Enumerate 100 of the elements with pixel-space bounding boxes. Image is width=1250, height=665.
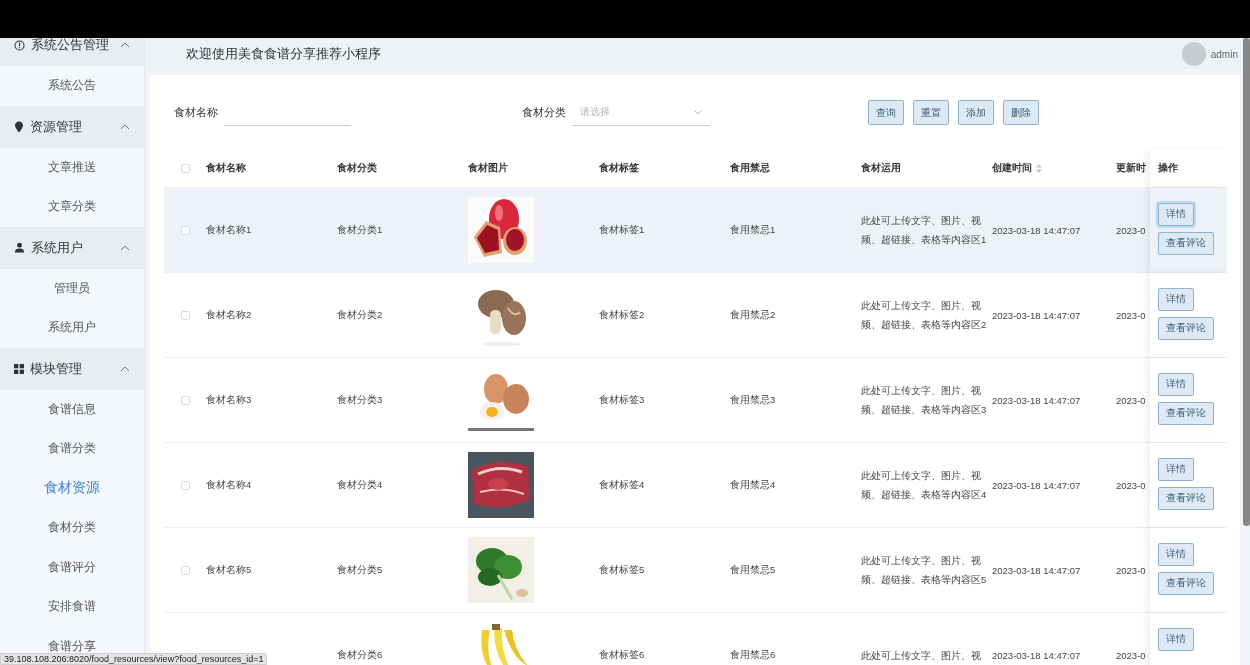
table-cell: 食材标签2 [599, 308, 645, 320]
table-cell: 食用禁忌2 [730, 308, 776, 320]
table-row[interactable]: 食材名称3 食材分类3 食材标签3 食用禁忌3 此处可上传文字、图片、视频、超链接、表格等内容区3 2023-03-18 14:47:07 2023-0 详情 查看评论 [164, 358, 1227, 443]
table-cell-text: 此处可上传文字、图片、视频、超链接、表格等内容区1 [861, 214, 988, 247]
filter-label: 食材名称 [174, 105, 218, 120]
table-cell: 食用禁忌5 [730, 563, 776, 575]
table-cell: 食材标签6 [599, 648, 645, 660]
table-cell: 食用禁忌1 [730, 223, 776, 235]
table-cell: 食材名称3 [206, 393, 252, 405]
sidebar-item[interactable]: 食谱评分 [48, 558, 96, 576]
table-cell: 2023-03-18 14:47:07 [992, 479, 1081, 491]
action-button[interactable]: 查看评论 [1158, 317, 1214, 340]
table-cell: 食材分类5 [337, 563, 383, 575]
filter-label: 食材分类 [522, 105, 566, 120]
table-cell: 食材标签4 [599, 478, 645, 490]
table-cell: 食材名称5 [206, 563, 252, 575]
table-cell: 食材标签5 [599, 563, 645, 575]
action-button[interactable]: 详情 [1158, 628, 1194, 651]
checkbox[interactable] [180, 565, 190, 575]
table-row[interactable]: 食材名称5 食材分类5 食材标签5 食用禁忌5 此处可上传文字、图片、视频、超链接、表格等内容区5 2023-03-18 14:47:07 2023-0 详情 查看评论 [164, 528, 1227, 613]
column-header: 食材分类 [337, 162, 377, 173]
sidebar-item[interactable]: 食谱分享 [48, 637, 96, 655]
checkbox[interactable] [180, 395, 190, 405]
sidebar-item[interactable]: 管理员 [54, 279, 90, 297]
checkbox[interactable] [180, 480, 190, 490]
column-header: 更新时 [1116, 162, 1146, 173]
column-header: 食材标签 [599, 162, 639, 173]
action-button[interactable]: 详情 [1158, 203, 1194, 226]
header-title: 欢迎使用美食食谱分享推荐小程序 [186, 45, 382, 63]
toolbar-button[interactable]: 查询 [868, 100, 904, 125]
sidebar-item[interactable]: 安排食谱 [48, 598, 96, 616]
action-button[interactable]: 详情 [1158, 288, 1194, 311]
table-cell: 食材分类1 [337, 223, 383, 235]
table-cell-text: 此处可上传文字、图片、视 [861, 648, 982, 663]
table-cell: 食用禁忌3 [730, 393, 776, 405]
table-cell: 2023-0 [1116, 479, 1146, 491]
toolbar-button[interactable]: 添加 [958, 100, 994, 125]
grid-icon [14, 363, 24, 374]
sidebar-item[interactable]: 系统用户 [48, 319, 96, 337]
table-cell: 食材标签1 [599, 223, 645, 235]
action-button[interactable]: 详情 [1158, 373, 1194, 396]
sidebar-item[interactable]: 文章推送 [48, 158, 96, 176]
table-cell: 2023-03-18 14:47:07 [992, 564, 1081, 576]
sidebar-group[interactable]: 系统公告管理 [0, 38, 144, 66]
table-cell: 食材分类2 [337, 308, 383, 320]
table-cell: 食材分类6 [337, 648, 383, 660]
column-header[interactable]: 创建时间 [992, 162, 1042, 175]
sidebar-item[interactable]: 文章分类 [48, 198, 96, 216]
checkbox[interactable] [180, 225, 190, 235]
table-cell: 食材名称4 [206, 478, 252, 490]
info-icon [14, 39, 25, 51]
status-url-tooltip: 39.108.108.206:8020/food_resources/view?food_resources_id=1 [0, 653, 268, 665]
action-button[interactable]: 查看评论 [1158, 487, 1214, 510]
table-cell-text: 此处可上传文字、图片、视频、超链接、表格等内容区2 [861, 299, 988, 332]
sidebar-item[interactable]: 食材分类 [48, 519, 96, 537]
table-cell: 2023-03-18 14:47:07 [992, 649, 1081, 661]
table-cell: 2023-03-18 14:47:07 [992, 309, 1081, 321]
sidebar-group[interactable]: 系统用户 [0, 226, 144, 269]
table-cell: 食材名称1 [206, 223, 252, 235]
table-row[interactable]: 食材名称4 食材分类4 食材标签4 食用禁忌4 此处可上传文字、图片、视频、超链接、表格等内容区4 2023-03-18 14:47:07 2023-0 详情 查看评论 [164, 443, 1227, 528]
user-icon [14, 242, 25, 253]
table-cell: 2023-03-18 14:47:07 [992, 394, 1081, 406]
sidebar-item[interactable]: 食谱信息 [48, 400, 96, 418]
table-cell: 2023-0 [1116, 309, 1146, 321]
username: admin [1210, 48, 1238, 60]
column-header: 食材图片 [468, 162, 508, 173]
scrollbar[interactable] [1243, 38, 1250, 526]
toolbar-button[interactable]: 重置 [913, 100, 949, 125]
sidebar-item[interactable]: 食谱分类 [48, 440, 96, 458]
avatar[interactable] [1181, 42, 1206, 66]
table-cell: 2023-0 [1116, 564, 1146, 576]
sidebar-group[interactable]: 资源管理 [0, 105, 144, 148]
action-button[interactable]: 查看评论 [1158, 572, 1214, 595]
table-cell: 2023-0 [1116, 224, 1146, 236]
table-cell: 食材分类4 [337, 478, 383, 490]
action-button[interactable]: 查看评论 [1158, 232, 1214, 255]
checkbox[interactable] [180, 164, 190, 173]
column-header: 食材运用 [861, 162, 901, 173]
action-button[interactable]: 查看评论 [1158, 402, 1214, 425]
action-button[interactable]: 详情 [1158, 458, 1194, 481]
sidebar-item[interactable]: 食材资源 [44, 479, 100, 498]
column-header: 操作 [1158, 162, 1178, 175]
table-cell-text: 此处可上传文字、图片、视频、超链接、表格等内容区4 [861, 469, 988, 502]
sidebar-group[interactable]: 模块管理 [0, 347, 144, 390]
table-cell: 食材名称2 [206, 308, 252, 320]
chevron-icon [694, 109, 702, 115]
table-cell: 食用禁忌4 [730, 478, 776, 490]
checkbox[interactable] [180, 310, 190, 320]
table-cell-text: 此处可上传文字、图片、视频、超链接、表格等内容区5 [861, 554, 988, 587]
table-cell: 食用禁忌6 [730, 648, 776, 660]
table-cell: 2023-0 [1116, 394, 1146, 406]
action-button[interactable]: 详情 [1158, 543, 1194, 566]
table-row[interactable]: 食材名称2 食材分类2 食材标签2 食用禁忌2 此处可上传文字、图片、视频、超链接、表格等内容区2 2023-03-18 14:47:07 2023-0 详情 查看评论 [164, 273, 1227, 358]
column-header: 食材名称 [206, 162, 246, 173]
table-cell: 2023-0 [1116, 649, 1146, 661]
table-row[interactable]: 食材名称1 食材分类1 食材标签1 食用禁忌1 此处可上传文字、图片、视频、超链接、表格等内容区1 2023-03-18 14:47:07 2023-0 详情 查看评论 [164, 188, 1227, 273]
sidebar-item[interactable]: 系统公告 [48, 77, 96, 95]
table-cell: 2023-03-18 14:47:07 [992, 224, 1081, 236]
toolbar-button[interactable]: 删除 [1003, 100, 1039, 125]
table-cell: 食材分类3 [337, 393, 383, 405]
